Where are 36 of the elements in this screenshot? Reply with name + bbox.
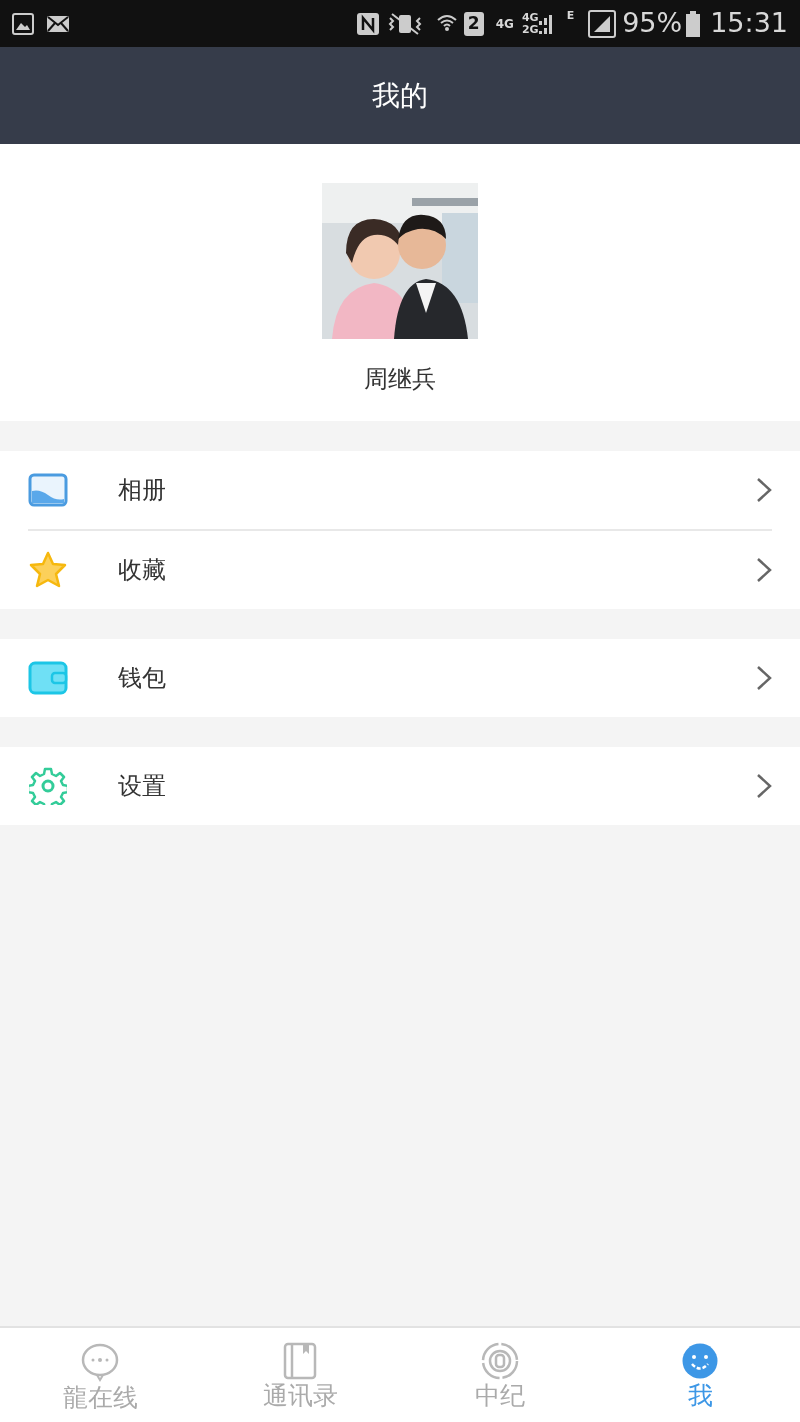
page-title: 我的 bbox=[372, 77, 428, 114]
menu-item[interactable]: 钱包 bbox=[0, 639, 800, 717]
signal-icon bbox=[588, 9, 617, 38]
sim-badge: 2 bbox=[463, 11, 484, 36]
chevron-right-icon bbox=[756, 477, 772, 503]
chevron-right-icon bbox=[756, 557, 772, 583]
network-label: 2G bbox=[521, 23, 539, 36]
battery-percent: 95% bbox=[622, 6, 683, 41]
smiley-icon bbox=[681, 1342, 719, 1380]
chevron-right-icon bbox=[756, 665, 772, 691]
mail-icon bbox=[46, 14, 70, 33]
settings-icon bbox=[29, 767, 67, 805]
picture-frame-icon bbox=[28, 473, 68, 507]
chevron-right-icon bbox=[756, 773, 772, 799]
menu-item[interactable]: 设置 bbox=[0, 747, 800, 825]
user-name: 周继兵 bbox=[364, 364, 436, 395]
star-icon bbox=[28, 550, 68, 590]
network-label: 4G bbox=[521, 11, 539, 24]
battery-icon bbox=[686, 10, 701, 37]
chat-bubble-icon bbox=[81, 1342, 119, 1382]
wallet-icon bbox=[28, 661, 68, 695]
menu-item[interactable]: 相册 bbox=[0, 451, 800, 529]
picture-icon bbox=[12, 12, 34, 35]
signal-icon bbox=[538, 12, 553, 35]
network-label: E bbox=[566, 8, 575, 24]
nfc-icon bbox=[355, 11, 380, 36]
book-icon bbox=[283, 1342, 317, 1380]
clock: 15:31 bbox=[710, 6, 788, 41]
network-label: 4G bbox=[495, 15, 514, 33]
vibrate-mute-icon bbox=[387, 11, 422, 36]
menu-label: 相册 bbox=[118, 475, 167, 506]
menu-label: 设置 bbox=[118, 771, 167, 802]
coin-icon bbox=[481, 1342, 519, 1380]
menu-label: 收藏 bbox=[118, 555, 167, 586]
menu-label: 钱包 bbox=[118, 663, 167, 694]
menu-item[interactable]: 收藏 bbox=[0, 531, 800, 609]
